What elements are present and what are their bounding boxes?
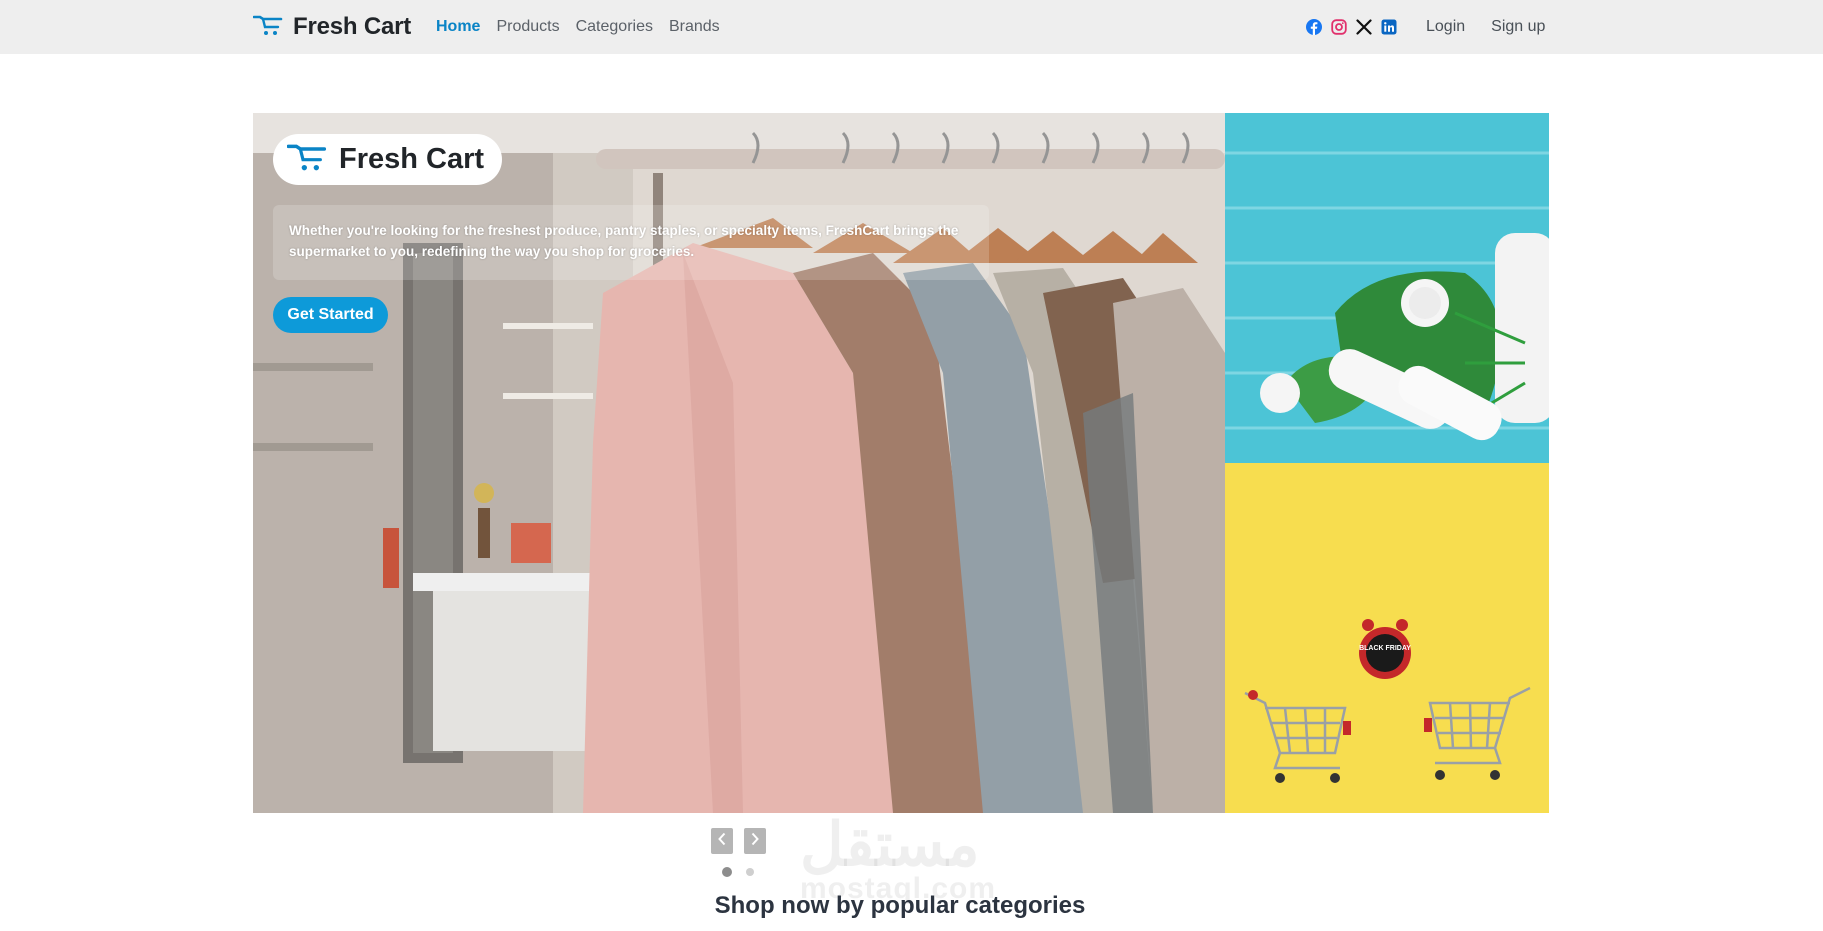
- cart-logo-icon: [252, 14, 283, 41]
- top-navbar: Fresh Cart Home Products Categories Bran…: [0, 0, 1823, 54]
- carousel-next-button[interactable]: [744, 828, 766, 854]
- linkedin-icon[interactable]: [1381, 19, 1397, 35]
- facebook-icon[interactable]: [1306, 19, 1322, 35]
- chevron-left-icon: [717, 832, 727, 851]
- hero-section: Fresh Cart Whether you're looking for th…: [253, 113, 1549, 813]
- carousel-dot-2[interactable]: [746, 868, 754, 876]
- carousel-prev-button[interactable]: [711, 828, 733, 854]
- cart-logo-icon: [286, 142, 327, 177]
- hero-logo: Fresh Cart: [273, 134, 502, 185]
- login-link[interactable]: Login: [1426, 18, 1465, 36]
- nav-home[interactable]: Home: [436, 18, 480, 36]
- auth-links: Login Sign up: [1426, 0, 1545, 54]
- hero-logo-text: Fresh Cart: [339, 143, 485, 175]
- categories-section-title: Shop now by popular categories: [714, 892, 1086, 919]
- watermark-arabic: مستقل: [800, 811, 980, 878]
- x-icon[interactable]: [1356, 19, 1372, 35]
- nav-brands[interactable]: Brands: [669, 18, 720, 36]
- main-nav: Home Products Categories Brands: [436, 0, 720, 54]
- signup-link[interactable]: Sign up: [1491, 18, 1545, 36]
- black-friday-label: BLACK FRIDAY: [1359, 645, 1411, 652]
- side-banner-black-friday: BLACK FRIDAY: [1225, 463, 1549, 813]
- nav-categories[interactable]: Categories: [576, 18, 653, 36]
- chevron-right-icon: [750, 832, 760, 851]
- hero-description: Whether you're looking for the freshest …: [273, 205, 989, 280]
- brand-name: Fresh Cart: [293, 13, 412, 40]
- get-started-button[interactable]: Get Started: [273, 297, 388, 333]
- hero-slide-image: Fresh Cart Whether you're looking for th…: [253, 113, 1225, 813]
- carousel-dot-1[interactable]: [722, 867, 732, 877]
- brand-link[interactable]: Fresh Cart: [252, 10, 412, 44]
- social-links: [1306, 0, 1397, 54]
- navbar-container: Fresh Cart Home Products Categories Bran…: [252, 0, 1549, 54]
- nav-products[interactable]: Products: [496, 18, 559, 36]
- instagram-icon[interactable]: [1331, 19, 1347, 35]
- side-banner-cosmetics: [1225, 113, 1549, 463]
